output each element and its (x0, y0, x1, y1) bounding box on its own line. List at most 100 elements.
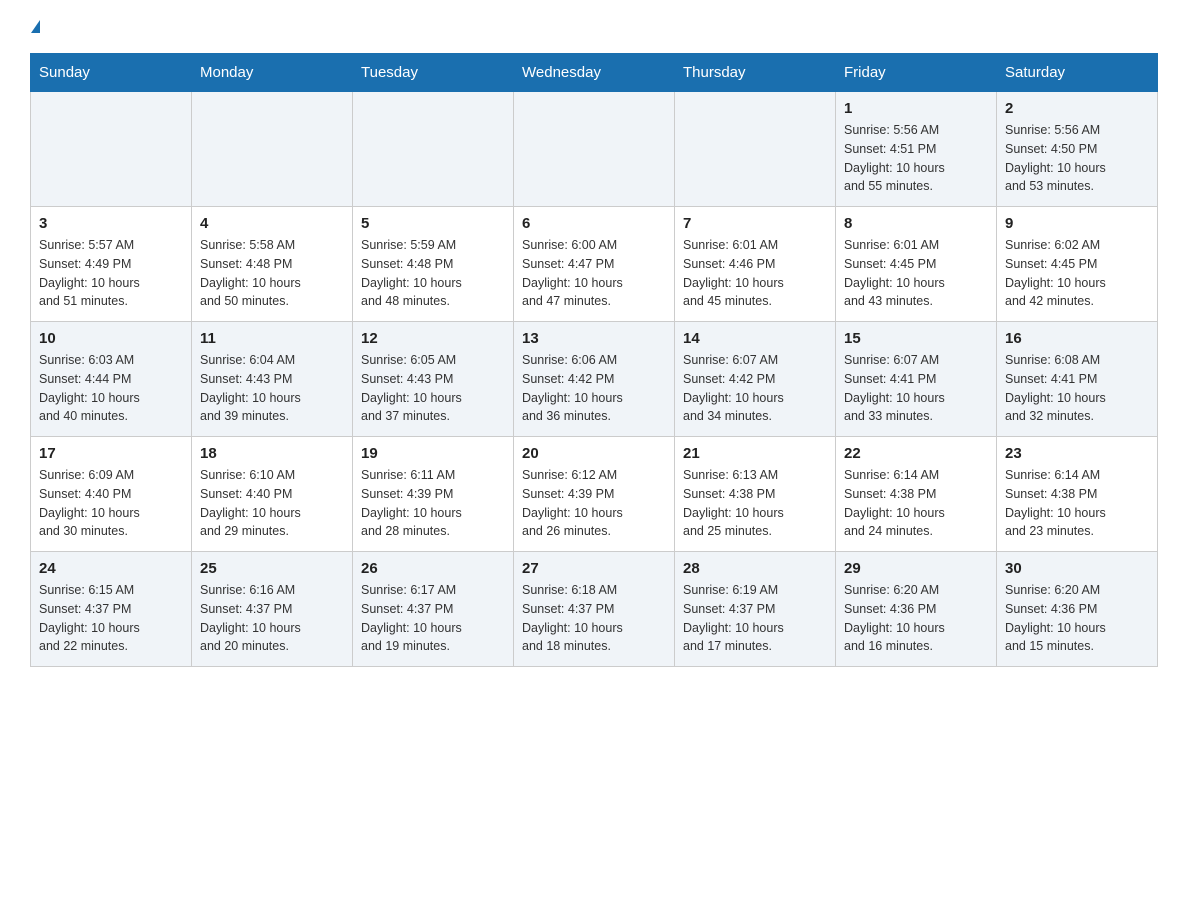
calendar-cell: 15 Sunrise: 6:07 AM Sunset: 4:41 PM Dayli… (836, 322, 997, 437)
day-info: Sunrise: 6:14 AM Sunset: 4:38 PM Dayligh… (1005, 466, 1149, 541)
calendar-cell: 17 Sunrise: 6:09 AM Sunset: 4:40 PM Dayli… (31, 437, 192, 552)
calendar-cell (514, 92, 675, 207)
day-info: Sunrise: 6:11 AM Sunset: 4:39 PM Dayligh… (361, 466, 505, 541)
calendar-cell: 21 Sunrise: 6:13 AM Sunset: 4:38 PM Dayli… (675, 437, 836, 552)
calendar-cell: 19Sunrise: 6:11 AM Sunset: 4:39 PM Dayli… (353, 437, 514, 552)
logo-triangle-icon (31, 20, 40, 33)
day-info: Sunrise: 6:09 AM Sunset: 4:40 PM Dayligh… (39, 466, 183, 541)
calendar-cell (192, 92, 353, 207)
day-number: 6 (522, 215, 666, 232)
day-info: Sunrise: 6:10 AM Sunset: 4:40 PM Dayligh… (200, 466, 344, 541)
day-number: 22 (844, 445, 988, 462)
day-number: 11 (200, 330, 344, 347)
calendar-header-sunday: Sunday (31, 54, 192, 92)
calendar-cell: 6 Sunrise: 6:00 AM Sunset: 4:47 PM Daylig… (514, 207, 675, 322)
calendar-cell: 14 Sunrise: 6:07 AM Sunset: 4:42 PM Dayli… (675, 322, 836, 437)
day-number: 18 (200, 445, 344, 462)
calendar-cell: 20 Sunrise: 6:12 AM Sunset: 4:39 PM Dayli… (514, 437, 675, 552)
calendar-cell: 23Sunrise: 6:14 AM Sunset: 4:38 PM Dayli… (997, 437, 1158, 552)
calendar-cell: 9 Sunrise: 6:02 AM Sunset: 4:45 PM Daylig… (997, 207, 1158, 322)
calendar-cell: 8 Sunrise: 6:01 AM Sunset: 4:45 PM Daylig… (836, 207, 997, 322)
day-number: 24 (39, 560, 183, 577)
day-info: Sunrise: 6:07 AM Sunset: 4:41 PM Dayligh… (844, 351, 988, 426)
calendar-cell: 30Sunrise: 6:20 AM Sunset: 4:36 PM Dayli… (997, 552, 1158, 667)
day-number: 4 (200, 215, 344, 232)
calendar-week-row: 10Sunrise: 6:03 AM Sunset: 4:44 PM Dayli… (31, 322, 1158, 437)
day-info: Sunrise: 5:57 AM Sunset: 4:49 PM Dayligh… (39, 236, 183, 311)
day-number: 16 (1005, 330, 1149, 347)
day-number: 14 (683, 330, 827, 347)
day-number: 3 (39, 215, 183, 232)
calendar-header-row: SundayMondayTuesdayWednesdayThursdayFrid… (31, 54, 1158, 92)
calendar-cell: 28 Sunrise: 6:19 AM Sunset: 4:37 PM Dayli… (675, 552, 836, 667)
day-number: 1 (844, 100, 988, 117)
day-number: 8 (844, 215, 988, 232)
calendar-cell: 16 Sunrise: 6:08 AM Sunset: 4:41 PM Dayli… (997, 322, 1158, 437)
day-number: 17 (39, 445, 183, 462)
calendar-cell: 5 Sunrise: 5:59 AM Sunset: 4:48 PM Daylig… (353, 207, 514, 322)
calendar-cell (353, 92, 514, 207)
day-info: Sunrise: 5:56 AM Sunset: 4:50 PM Dayligh… (1005, 121, 1149, 196)
day-info: Sunrise: 6:16 AM Sunset: 4:37 PM Dayligh… (200, 581, 344, 656)
day-info: Sunrise: 5:59 AM Sunset: 4:48 PM Dayligh… (361, 236, 505, 311)
calendar-header-friday: Friday (836, 54, 997, 92)
day-info: Sunrise: 6:20 AM Sunset: 4:36 PM Dayligh… (1005, 581, 1149, 656)
calendar-week-row: 1 Sunrise: 5:56 AM Sunset: 4:51 PM Daylig… (31, 92, 1158, 207)
day-number: 27 (522, 560, 666, 577)
day-info: Sunrise: 6:06 AM Sunset: 4:42 PM Dayligh… (522, 351, 666, 426)
day-info: Sunrise: 6:13 AM Sunset: 4:38 PM Dayligh… (683, 466, 827, 541)
day-info: Sunrise: 6:19 AM Sunset: 4:37 PM Dayligh… (683, 581, 827, 656)
day-info: Sunrise: 6:12 AM Sunset: 4:39 PM Dayligh… (522, 466, 666, 541)
calendar-cell: 11 Sunrise: 6:04 AM Sunset: 4:43 PM Dayli… (192, 322, 353, 437)
calendar-cell: 26Sunrise: 6:17 AM Sunset: 4:37 PM Dayli… (353, 552, 514, 667)
day-info: Sunrise: 5:56 AM Sunset: 4:51 PM Dayligh… (844, 121, 988, 196)
calendar-cell: 25 Sunrise: 6:16 AM Sunset: 4:37 PM Dayli… (192, 552, 353, 667)
day-info: Sunrise: 6:08 AM Sunset: 4:41 PM Dayligh… (1005, 351, 1149, 426)
day-info: Sunrise: 6:20 AM Sunset: 4:36 PM Dayligh… (844, 581, 988, 656)
day-info: Sunrise: 6:01 AM Sunset: 4:45 PM Dayligh… (844, 236, 988, 311)
calendar-cell: 4Sunrise: 5:58 AM Sunset: 4:48 PM Daylig… (192, 207, 353, 322)
day-info: Sunrise: 6:01 AM Sunset: 4:46 PM Dayligh… (683, 236, 827, 311)
day-info: Sunrise: 6:07 AM Sunset: 4:42 PM Dayligh… (683, 351, 827, 426)
calendar-cell: 29 Sunrise: 6:20 AM Sunset: 4:36 PM Dayli… (836, 552, 997, 667)
day-number: 13 (522, 330, 666, 347)
calendar-cell (31, 92, 192, 207)
day-number: 2 (1005, 100, 1149, 117)
calendar-header-tuesday: Tuesday (353, 54, 514, 92)
calendar-header-thursday: Thursday (675, 54, 836, 92)
calendar-week-row: 24Sunrise: 6:15 AM Sunset: 4:37 PM Dayli… (31, 552, 1158, 667)
day-info: Sunrise: 6:17 AM Sunset: 4:37 PM Dayligh… (361, 581, 505, 656)
day-number: 28 (683, 560, 827, 577)
calendar-table: SundayMondayTuesdayWednesdayThursdayFrid… (30, 53, 1158, 667)
calendar-cell (675, 92, 836, 207)
calendar-cell: 13 Sunrise: 6:06 AM Sunset: 4:42 PM Dayli… (514, 322, 675, 437)
logo (30, 20, 40, 35)
day-number: 5 (361, 215, 505, 232)
calendar-cell: 12 Sunrise: 6:05 AM Sunset: 4:43 PM Dayli… (353, 322, 514, 437)
day-info: Sunrise: 6:05 AM Sunset: 4:43 PM Dayligh… (361, 351, 505, 426)
calendar-cell: 2 Sunrise: 5:56 AM Sunset: 4:50 PM Daylig… (997, 92, 1158, 207)
calendar-header-saturday: Saturday (997, 54, 1158, 92)
calendar-cell: 18 Sunrise: 6:10 AM Sunset: 4:40 PM Dayli… (192, 437, 353, 552)
day-info: Sunrise: 6:02 AM Sunset: 4:45 PM Dayligh… (1005, 236, 1149, 311)
day-info: Sunrise: 6:04 AM Sunset: 4:43 PM Dayligh… (200, 351, 344, 426)
day-number: 15 (844, 330, 988, 347)
day-number: 25 (200, 560, 344, 577)
day-number: 9 (1005, 215, 1149, 232)
page-header (30, 20, 1158, 35)
day-info: Sunrise: 6:00 AM Sunset: 4:47 PM Dayligh… (522, 236, 666, 311)
day-number: 29 (844, 560, 988, 577)
day-number: 21 (683, 445, 827, 462)
calendar-week-row: 3 Sunrise: 5:57 AM Sunset: 4:49 PM Daylig… (31, 207, 1158, 322)
calendar-header-wednesday: Wednesday (514, 54, 675, 92)
calendar-cell: 1 Sunrise: 5:56 AM Sunset: 4:51 PM Daylig… (836, 92, 997, 207)
day-number: 20 (522, 445, 666, 462)
calendar-header-monday: Monday (192, 54, 353, 92)
calendar-cell: 24Sunrise: 6:15 AM Sunset: 4:37 PM Dayli… (31, 552, 192, 667)
day-info: Sunrise: 6:14 AM Sunset: 4:38 PM Dayligh… (844, 466, 988, 541)
calendar-cell: 10Sunrise: 6:03 AM Sunset: 4:44 PM Dayli… (31, 322, 192, 437)
day-info: Sunrise: 6:18 AM Sunset: 4:37 PM Dayligh… (522, 581, 666, 656)
calendar-cell: 7Sunrise: 6:01 AM Sunset: 4:46 PM Daylig… (675, 207, 836, 322)
day-number: 12 (361, 330, 505, 347)
calendar-week-row: 17 Sunrise: 6:09 AM Sunset: 4:40 PM Dayli… (31, 437, 1158, 552)
